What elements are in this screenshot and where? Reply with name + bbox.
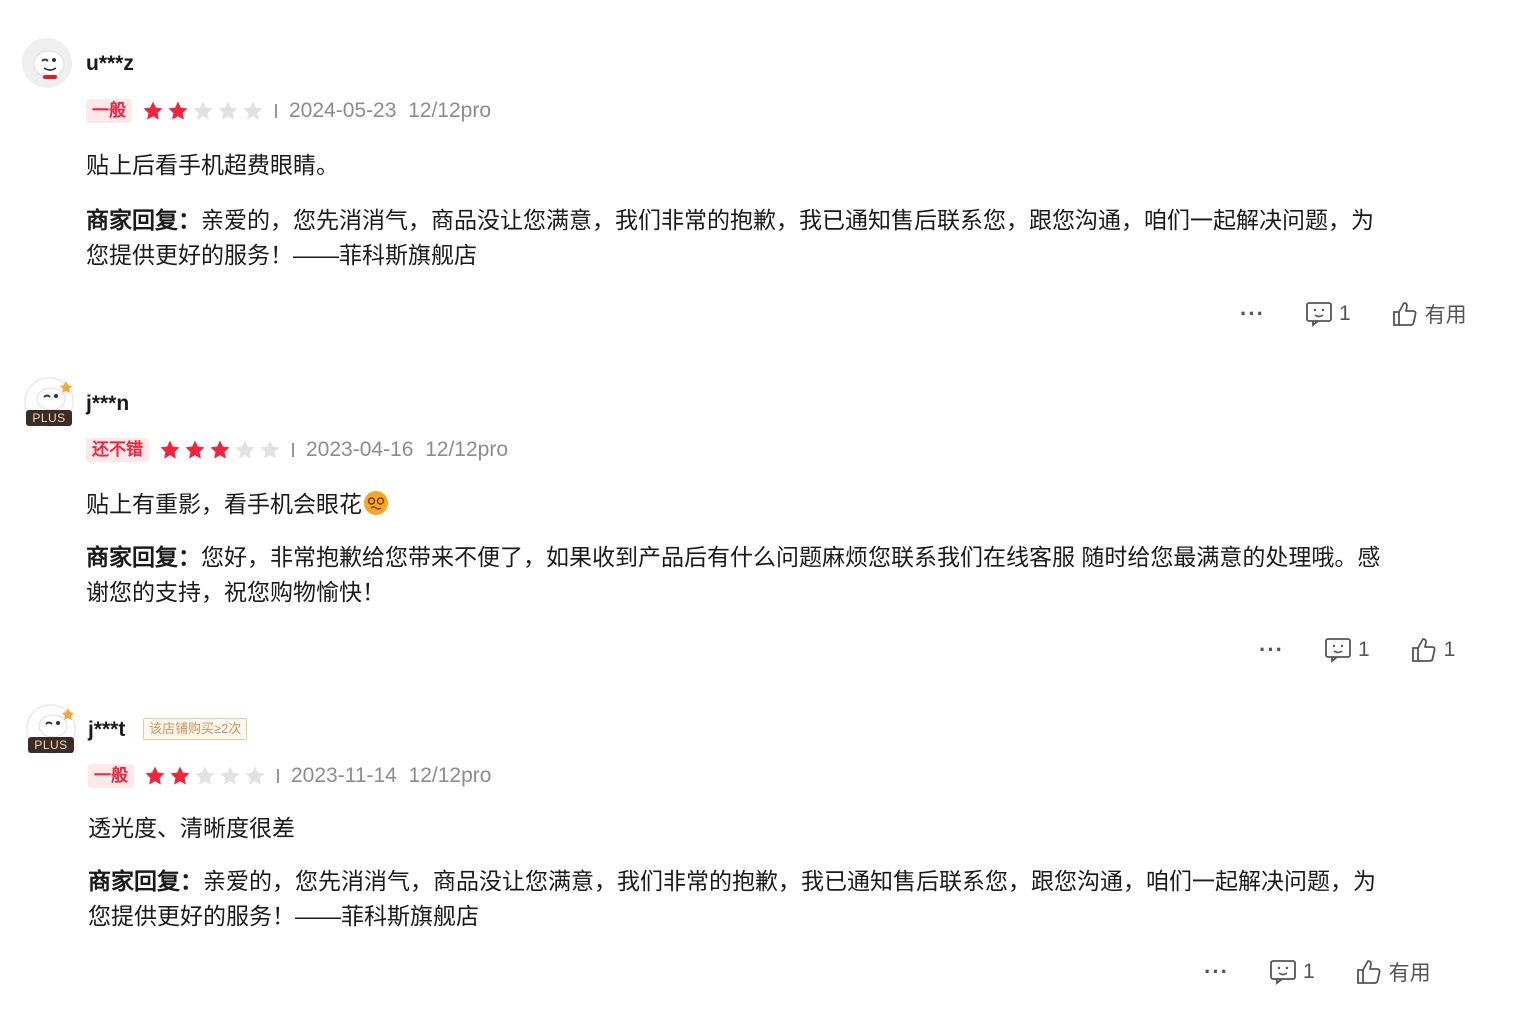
reply-text-line2: 您提供更好的服务！——菲科斯旗舰店 — [86, 242, 477, 268]
star-empty-icon — [195, 766, 215, 785]
star-empty-icon — [245, 766, 265, 785]
review-date: 2023-11-14 — [291, 764, 397, 787]
thumbs-up-icon — [1356, 960, 1381, 984]
username: j***n — [86, 392, 130, 415]
merchant-reply: 商家回复：亲爱的，您先消消气，商品没让您满意，我们非常的抱歉，我已通知售后联系您… — [86, 203, 1446, 273]
star-empty-icon — [235, 440, 255, 459]
comment-count: 1 — [1357, 638, 1370, 661]
comment-button[interactable]: 1 — [1305, 301, 1351, 327]
star-rating — [144, 765, 269, 787]
star-empty-icon — [220, 766, 240, 785]
rating-label: 一般 — [86, 99, 132, 123]
reply-text-line1: 亲爱的，您先消消气，商品没让您满意，我们非常的抱歉，我已通知售后联系您，跟您沟通… — [203, 868, 1376, 894]
avatar[interactable] — [22, 38, 72, 88]
more-options-button[interactable]: ··· — [1259, 637, 1284, 663]
divider — [292, 443, 294, 457]
rating-row: 一般 2024-05-23 12/12pro — [86, 98, 491, 124]
star-rating — [142, 100, 267, 122]
comment-count: 1 — [1338, 302, 1351, 325]
useful-button[interactable]: 1 — [1410, 636, 1456, 664]
comment-icon — [1325, 638, 1351, 663]
reply-text-line1: 亲爱的，您先消消气，商品没让您满意，我们非常的抱歉，我已通知售后联系您，跟您沟通… — [201, 207, 1374, 233]
useful-count: 1 — [1443, 638, 1456, 661]
review-content: 贴上有重影，看手机会眼花 — [86, 485, 388, 519]
useful-button[interactable]: 有用 — [1391, 299, 1467, 329]
divider — [275, 104, 277, 118]
more-options-button[interactable]: ··· — [1204, 959, 1229, 985]
reply-text-line2: 您提供更好的服务！——菲科斯旗舰店 — [88, 903, 479, 929]
star-filled-icon — [185, 440, 205, 459]
review-date: 2023-04-16 — [306, 438, 414, 461]
merchant-reply: 商家回复：亲爱的，您先消消气，商品没让您满意，我们非常的抱歉，我已通知售后联系您… — [88, 864, 1448, 934]
avatar[interactable]: PLUS — [24, 377, 74, 427]
reply-text-line1: 您好，非常抱歉给您带来不便了，如果收到产品后有什么问题麻烦您联系我们在线客服 随… — [201, 544, 1381, 570]
plus-badge: PLUS — [26, 410, 72, 426]
star-empty-icon — [193, 101, 213, 120]
jd-dog-avatar-icon — [22, 38, 72, 88]
dizzy-face-emoji-icon — [364, 491, 388, 515]
review-date: 2024-05-23 — [289, 99, 397, 122]
star-filled-icon — [145, 766, 165, 785]
plus-badge: PLUS — [28, 737, 74, 753]
review-actions: ··· 1 1 — [1259, 636, 1455, 664]
review-content-text: 贴上有重影，看手机会眼花 — [86, 491, 362, 517]
review-actions: ··· 1 有用 — [1204, 957, 1431, 987]
star-filled-icon — [170, 766, 190, 785]
divider — [277, 769, 279, 783]
reply-label: 商家回复： — [86, 207, 201, 233]
star-empty-icon — [243, 101, 263, 120]
product-variant: 12/12pro — [408, 764, 492, 787]
star-filled-icon — [168, 101, 188, 120]
username: j***t — [88, 718, 126, 741]
comment-icon — [1270, 960, 1296, 985]
reply-label: 商家回复： — [86, 544, 201, 570]
avatar[interactable]: PLUS — [26, 704, 76, 754]
more-options-button[interactable]: ··· — [1240, 301, 1265, 327]
useful-label: 有用 — [1424, 304, 1467, 327]
star-empty-icon — [260, 440, 280, 459]
review-content: 透光度、清晰度很差 — [88, 815, 295, 841]
merchant-reply: 商家回复：您好，非常抱歉给您带来不便了，如果收到产品后有什么问题麻烦您联系我们在… — [86, 540, 1446, 610]
useful-button[interactable]: 有用 — [1355, 957, 1431, 987]
star-empty-icon — [218, 101, 238, 120]
product-variant: 12/12pro — [425, 438, 508, 461]
review-content: 贴上后看手机超费眼睛。 — [86, 152, 339, 178]
star-filled-icon — [143, 101, 163, 120]
rating-label: 一般 — [88, 764, 134, 788]
useful-label: 有用 — [1388, 962, 1431, 985]
comment-button[interactable]: 1 — [1269, 959, 1315, 985]
star-filled-icon — [160, 440, 180, 459]
rating-row: 一般 2023-11-14 12/12pro — [88, 763, 491, 789]
rating-label: 还不错 — [86, 438, 149, 462]
thumbs-up-icon — [1411, 638, 1436, 662]
comment-count: 1 — [1302, 960, 1315, 983]
review-actions: ··· 1 有用 — [1240, 299, 1467, 329]
thumbs-up-icon — [1392, 302, 1417, 326]
product-variant: 12/12pro — [408, 99, 491, 122]
repeat-buyer-tag: 该店铺购买≥2次 — [143, 718, 248, 740]
star-filled-icon — [210, 440, 230, 459]
reply-text-line2: 谢您的支持，祝您购物愉快！ — [86, 579, 385, 605]
comment-button[interactable]: 1 — [1324, 637, 1370, 663]
username: u***z — [86, 52, 134, 75]
rating-row: 还不错 2023-04-16 12/12pro — [86, 437, 508, 463]
comment-icon — [1306, 302, 1332, 327]
reply-label: 商家回复： — [88, 868, 203, 894]
star-rating — [159, 439, 284, 461]
